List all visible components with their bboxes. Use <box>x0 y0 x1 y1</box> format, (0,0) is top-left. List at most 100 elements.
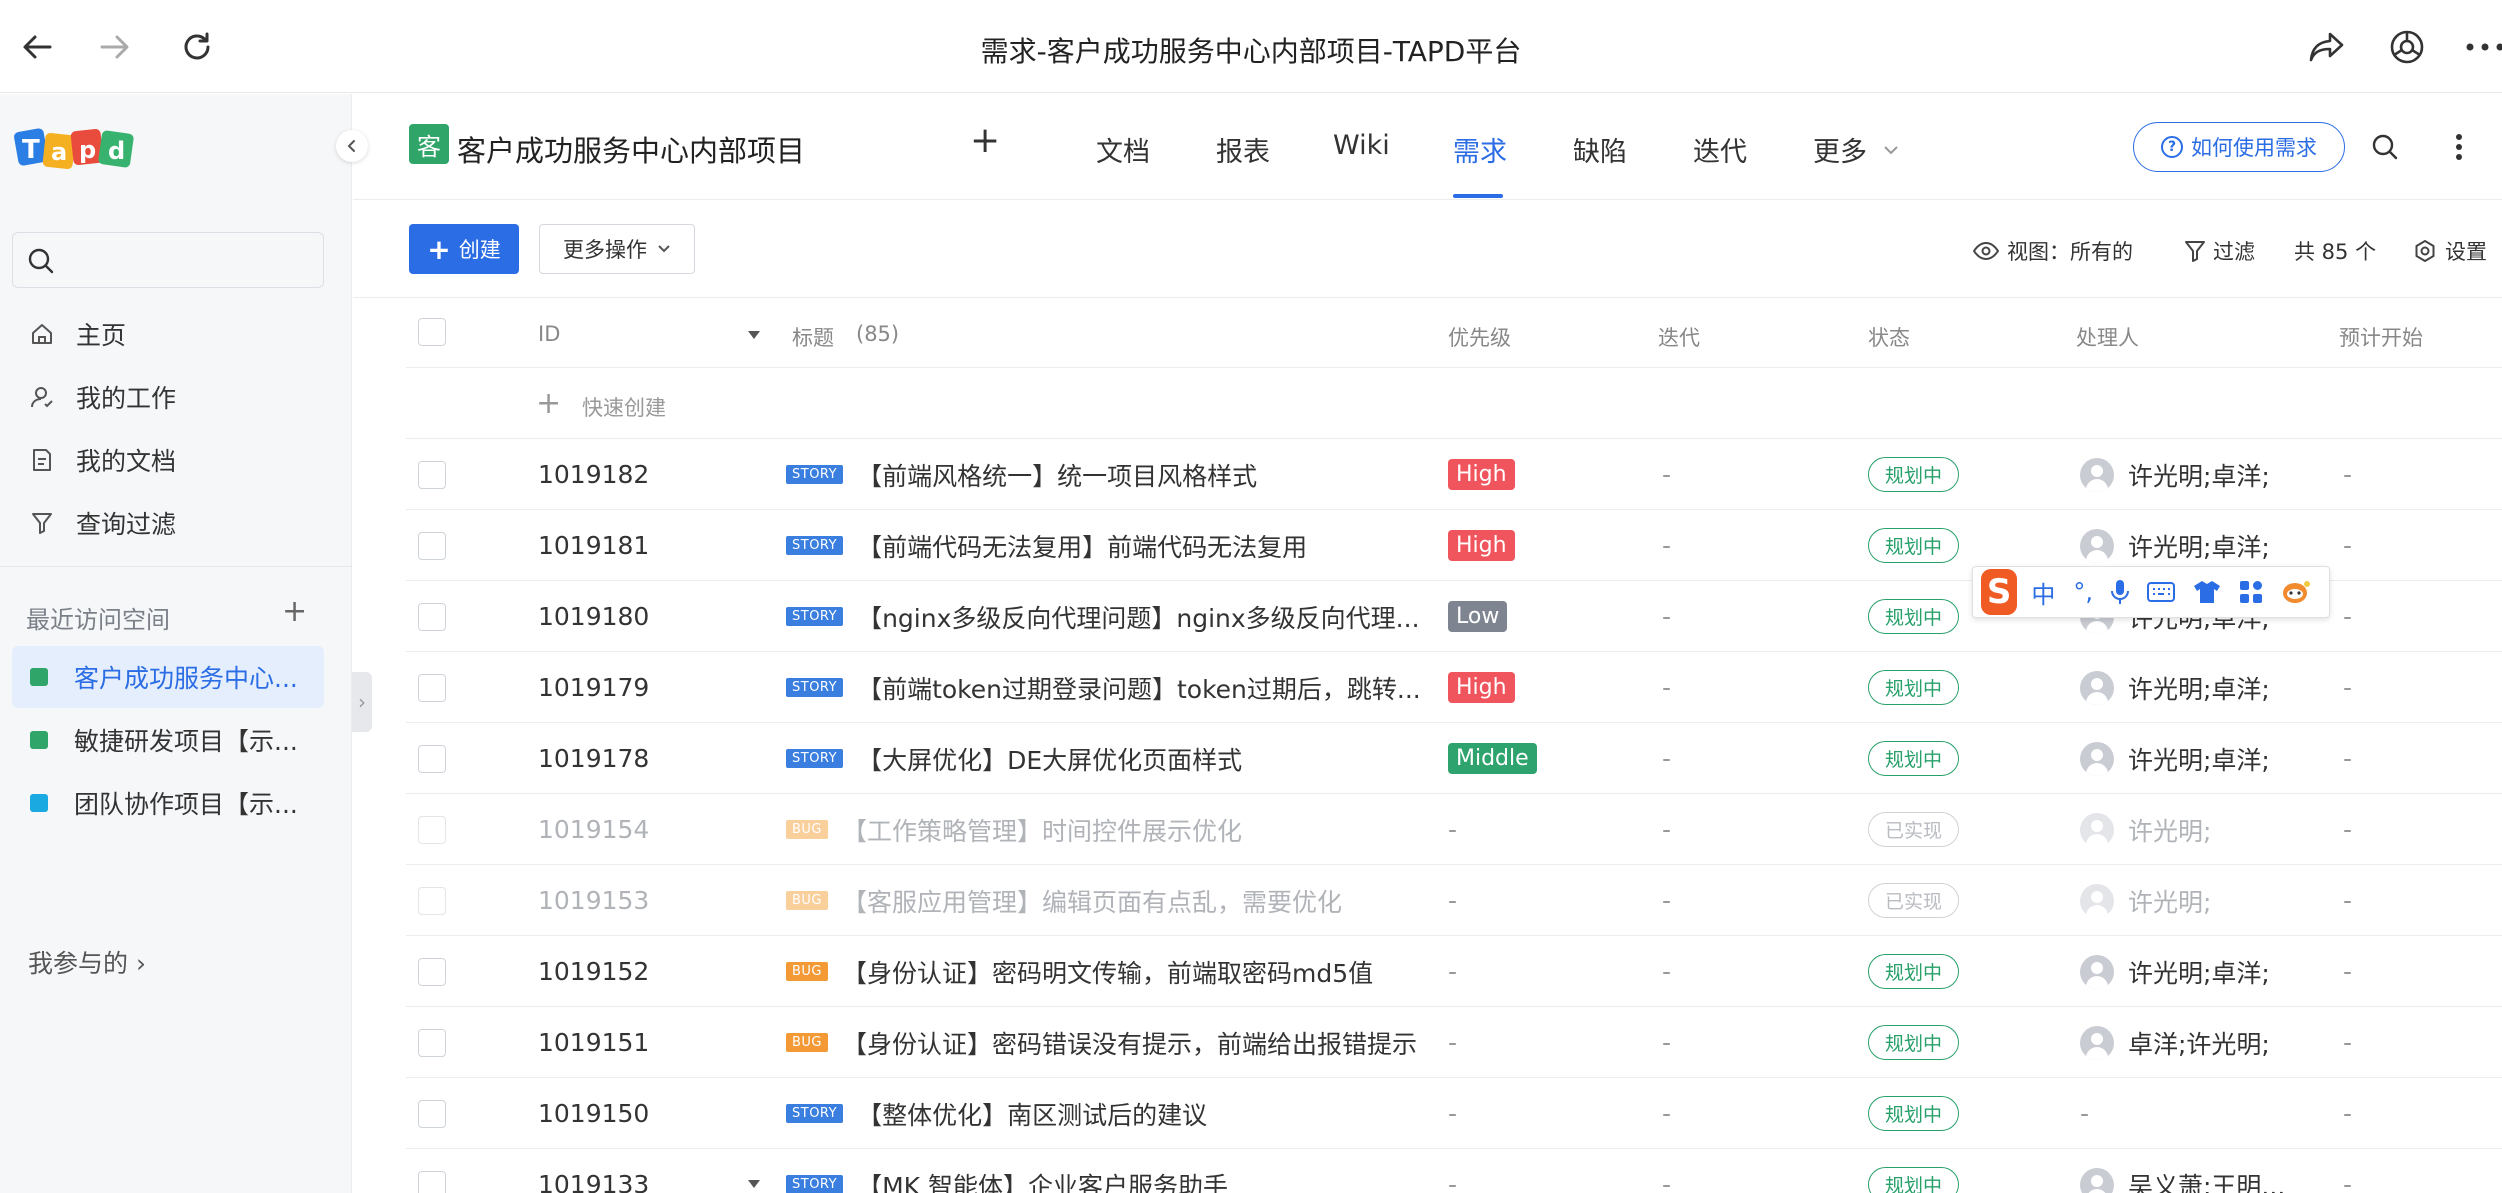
row-id[interactable]: 1019180 <box>538 581 649 652</box>
row-title-cell[interactable]: BUG 【客服应用管理】编辑页面有点乱，需要优化 <box>786 865 1342 936</box>
microphone-icon[interactable] <box>2111 579 2129 605</box>
row-assignee-cell[interactable]: 许光明;卓洋; <box>2080 439 2270 510</box>
row-iteration[interactable]: - <box>1662 1149 1671 1193</box>
priority-badge[interactable]: Middle <box>1448 743 1537 774</box>
column-header-iteration[interactable]: 迭代 <box>1658 322 1700 352</box>
row-start[interactable]: - <box>2343 581 2352 652</box>
row-iteration[interactable]: - <box>1662 581 1671 652</box>
row-priority-cell[interactable]: - <box>1448 1007 1457 1078</box>
table-row[interactable]: 1019182 STORY 【前端风格统一】统一项目风格样式 High - 规划中 许光明;… <box>406 439 2502 510</box>
row-checkbox[interactable] <box>418 460 446 489</box>
project-add-button[interactable]: + <box>970 120 1000 161</box>
row-checkbox[interactable] <box>418 673 446 702</box>
row-priority-cell[interactable]: - <box>1448 865 1457 936</box>
status-badge[interactable]: 规划中 <box>1868 670 1960 705</box>
row-assignee-cell[interactable]: 许光明; <box>2080 794 2211 865</box>
row-title[interactable]: 【前端token过期登录问题】token过期后，跳转... <box>857 670 1421 706</box>
table-row[interactable]: 1019178 STORY 【大屏优化】DE大屏优化页面样式 Middle - 规划中 许光… <box>406 723 2502 794</box>
sidebar-expand-handle[interactable]: › <box>352 672 372 732</box>
row-checkbox[interactable] <box>418 815 446 844</box>
row-id[interactable]: 1019150 <box>538 1078 649 1149</box>
row-status-cell[interactable]: 已实现 <box>1868 794 1960 865</box>
priority-empty[interactable]: - <box>1448 886 1457 915</box>
row-checkbox[interactable] <box>418 602 446 631</box>
table-row[interactable]: 1019179 STORY 【前端token过期登录问题】token过期后，跳转..… <box>406 652 2502 723</box>
row-assignee-cell[interactable]: 吴义萧;王明... <box>2080 1149 2285 1193</box>
row-title[interactable]: 【身份认证】密码错误没有提示，前端给出报错提示 <box>842 1025 1417 1061</box>
settings-button[interactable]: 设置 <box>2413 236 2487 266</box>
row-start[interactable]: - <box>2343 510 2352 581</box>
row-title[interactable]: 【工作策略管理】时间控件展示优化 <box>842 812 1242 848</box>
my-participated-link[interactable]: 我参与的 › <box>28 944 146 980</box>
row-title-cell[interactable]: BUG 【身份认证】密码错误没有提示，前端给出报错提示 <box>786 1007 1417 1078</box>
row-id[interactable]: 1019179 <box>538 652 649 723</box>
priority-empty[interactable]: - <box>1448 1099 1457 1128</box>
tab-requirements[interactable]: 需求 <box>1453 130 1507 169</box>
row-status-cell[interactable]: 规划中 <box>1868 581 1960 652</box>
row-assignee-cell[interactable]: - <box>2080 1078 2089 1149</box>
toolbox-grid-icon[interactable] <box>2239 580 2263 604</box>
space-item-agile-rd[interactable]: 敏捷研发项目【示... <box>12 709 324 771</box>
table-row[interactable]: 1019152 BUG 【身份认证】密码明文传输，前端取密码md5值 - - 规划中 许光明… <box>406 936 2502 1007</box>
row-start[interactable]: - <box>2343 1149 2352 1193</box>
status-badge[interactable]: 已实现 <box>1868 883 1960 918</box>
row-title[interactable]: 【MK 智能体】企业客户服务助手 <box>857 1167 1228 1193</box>
view-selector[interactable]: 视图：所有的 <box>1973 236 2133 266</box>
row-assignee-cell[interactable]: 许光明;卓洋; <box>2080 652 2270 723</box>
priority-badge[interactable]: High <box>1448 459 1515 490</box>
row-title[interactable]: 【前端风格统一】统一项目风格样式 <box>857 457 1257 493</box>
row-start[interactable]: - <box>2343 1007 2352 1078</box>
row-status-cell[interactable]: 规划中 <box>1868 723 1960 794</box>
status-badge[interactable]: 规划中 <box>1868 741 1960 776</box>
row-priority-cell[interactable]: High <box>1448 652 1515 723</box>
tab-defects[interactable]: 缺陷 <box>1573 130 1627 169</box>
priority-empty[interactable]: - <box>1448 1170 1457 1193</box>
row-title[interactable]: 【nginx多级反向代理问题】nginx多级反向代理... <box>857 599 1419 635</box>
share-icon[interactable] <box>2302 22 2352 72</box>
ime-mascot-icon[interactable] <box>2281 579 2311 605</box>
ime-logo-icon[interactable]: S <box>1981 569 2018 615</box>
row-iteration[interactable]: - <box>1662 936 1671 1007</box>
row-assignee-cell[interactable]: 许光明;卓洋; <box>2080 723 2270 794</box>
tab-more[interactable]: 更多 <box>1813 130 1899 169</box>
row-checkbox[interactable] <box>418 744 446 773</box>
tab-iterations[interactable]: 迭代 <box>1693 130 1747 169</box>
row-id[interactable]: 1019153 <box>538 865 649 936</box>
row-status-cell[interactable]: 规划中 <box>1868 1007 1960 1078</box>
space-item-customer-success[interactable]: 客户成功服务中心... <box>12 646 324 708</box>
row-iteration[interactable]: - <box>1662 865 1671 936</box>
space-item-team-collab[interactable]: 团队协作项目【示... <box>12 772 324 834</box>
row-checkbox[interactable] <box>418 1170 446 1193</box>
table-row[interactable]: 1019153 BUG 【客服应用管理】编辑页面有点乱，需要优化 - - 已实现 许光明; - <box>406 865 2502 936</box>
row-title[interactable]: 【整体优化】南区测试后的建议 <box>857 1096 1207 1132</box>
row-priority-cell[interactable]: - <box>1448 1078 1457 1149</box>
row-id[interactable]: 1019182 <box>538 439 649 510</box>
status-badge[interactable]: 规划中 <box>1868 528 1960 563</box>
row-title[interactable]: 【客服应用管理】编辑页面有点乱，需要优化 <box>842 883 1342 919</box>
quick-create-row[interactable]: + 快速创建 <box>406 368 2502 439</box>
sidebar-item-query-filter[interactable]: 查询过滤 <box>28 503 176 543</box>
row-status-cell[interactable]: 规划中 <box>1868 1149 1960 1193</box>
row-iteration[interactable]: - <box>1662 439 1671 510</box>
status-badge[interactable]: 规划中 <box>1868 457 1960 492</box>
status-badge[interactable]: 规划中 <box>1868 954 1960 989</box>
tab-docs[interactable]: 文档 <box>1096 130 1150 169</box>
row-title-cell[interactable]: STORY 【MK 智能体】企业客户服务助手 <box>786 1149 1228 1193</box>
row-priority-cell[interactable]: Middle <box>1448 723 1537 794</box>
row-priority-cell[interactable]: - <box>1448 794 1457 865</box>
status-badge[interactable]: 规划中 <box>1868 1025 1960 1060</box>
tab-wiki[interactable]: Wiki <box>1333 130 1390 161</box>
row-iteration[interactable]: - <box>1662 723 1671 794</box>
column-header-id[interactable]: ID <box>538 322 560 346</box>
row-id[interactable]: 1019178 <box>538 723 649 794</box>
table-row[interactable]: 1019154 BUG 【工作策略管理】时间控件展示优化 - - 已实现 许光明; - <box>406 794 2502 865</box>
row-iteration[interactable]: - <box>1662 794 1671 865</box>
browser-menu-icon[interactable] <box>2460 22 2502 72</box>
row-priority-cell[interactable]: - <box>1448 1149 1457 1193</box>
row-status-cell[interactable]: 已实现 <box>1868 865 1960 936</box>
row-title[interactable]: 【身份认证】密码明文传输，前端取密码md5值 <box>842 954 1373 990</box>
priority-badge[interactable]: High <box>1448 672 1515 703</box>
table-row[interactable]: 1019133 STORY 【MK 智能体】企业客户服务助手 - - 规划中 吴义萧;王明.… <box>406 1149 2502 1193</box>
priority-badge[interactable]: High <box>1448 530 1515 561</box>
row-iteration[interactable]: - <box>1662 510 1671 581</box>
